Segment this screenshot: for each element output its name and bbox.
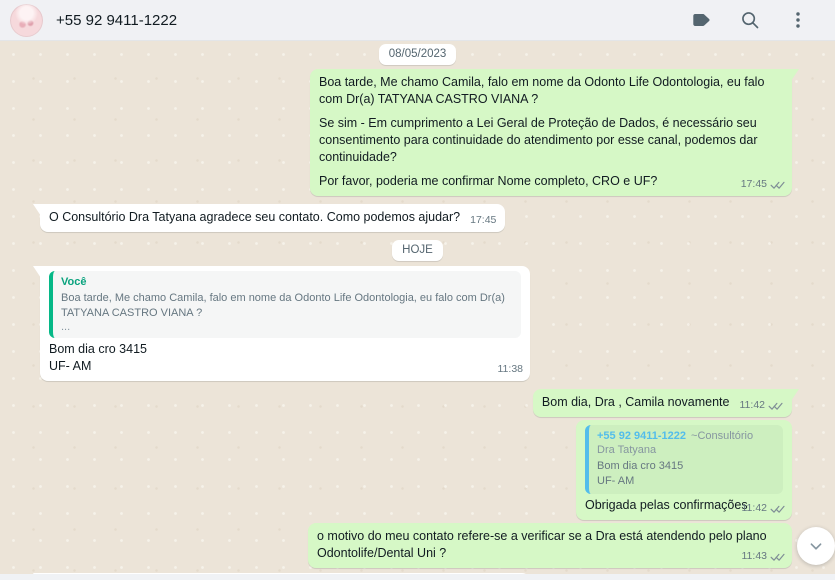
chevron-down-icon [810, 543, 822, 550]
message-text: UF- AM [49, 359, 92, 373]
double-check-icon [768, 402, 783, 410]
message-text: Se sim - Em cumprimento a Lei Geral de P… [319, 116, 758, 164]
quoted-message[interactable]: +55 92 9411-1222 ~Consultório Dra Tatyana… [585, 425, 783, 494]
timestamp: 17:45 [740, 178, 767, 190]
scroll-to-bottom-button[interactable] [797, 527, 835, 565]
menu-button[interactable] [781, 3, 815, 37]
double-check-icon [770, 553, 785, 561]
header-actions [685, 3, 815, 37]
message-text: Bom dia, Dra , Camila novamente [541, 395, 730, 409]
chat-header: +55 92 9411-1222 [0, 0, 835, 41]
double-check-icon [770, 181, 785, 189]
bubble-tail [791, 389, 799, 401]
quote-truncation: ... [61, 321, 71, 333]
message-text: Bom dia cro 3415 [49, 342, 147, 356]
bubble-tail [33, 204, 41, 216]
double-check-icon [770, 505, 785, 513]
quote-text: Boa tarde, Me chamo Camila, falo em nome… [61, 292, 505, 319]
quote-author: Você [61, 276, 87, 288]
compose-bar-edge [0, 574, 835, 580]
label-tag-icon [693, 14, 710, 26]
timestamp: 17:45 [470, 214, 497, 226]
timestamp: 11:42 [741, 502, 768, 514]
message-bubble-outgoing[interactable]: o motivo do meu contato refere-se a veri… [308, 523, 792, 568]
message-bubble-incoming[interactable]: O Consultório Dra Tatyana agradece seu c… [33, 204, 506, 232]
label-button[interactable] [685, 3, 719, 37]
message-bubble-outgoing[interactable]: Bom dia, Dra , Camila novamente 11:42 [532, 389, 799, 417]
contact-avatar[interactable] [10, 3, 43, 37]
quote-author: +55 92 9411-1222 [597, 430, 687, 442]
message-text: Boa tarde, Me chamo Camila, falo em nome… [319, 75, 765, 106]
timestamp: 11:38 [497, 363, 524, 375]
quote-text: UF- AM [597, 475, 635, 487]
bubble-tail [791, 69, 799, 81]
contact-name[interactable]: +55 92 9411-1222 [56, 12, 177, 29]
kebab-menu-icon [796, 12, 800, 28]
message-bubble-outgoing[interactable]: +55 92 9411-1222 ~Consultório Dra Tatyana… [576, 420, 792, 520]
chat-panel: 08/05/2023 Boa tarde, Me chamo Camila, f… [0, 41, 835, 574]
message-text: o motivo do meu contato refere-se a veri… [317, 529, 767, 560]
message-text: Por favor, poderia me confirmar Nome com… [319, 174, 658, 188]
message-bubble-incoming[interactable]: Você Boa tarde, Me chamo Camila, falo em… [33, 266, 530, 381]
message-bubble-outgoing[interactable]: Boa tarde, Me chamo Camila, falo em nome… [310, 69, 799, 196]
bubble-tail [33, 266, 41, 278]
date-badge: 08/05/2023 [378, 44, 457, 65]
timestamp: 11:42 [739, 399, 766, 411]
quote-text: Bom dia cro 3415 [597, 460, 684, 472]
today-badge: HOJE [392, 240, 443, 261]
message-text: O Consultório Dra Tatyana agradece seu c… [49, 210, 461, 224]
search-button[interactable] [733, 3, 767, 37]
timestamp: 11:43 [741, 550, 768, 562]
quoted-message[interactable]: Você Boa tarde, Me chamo Camila, falo em… [49, 271, 521, 338]
search-icon [742, 12, 759, 29]
whatsapp-window: +55 92 9411-1222 08/05/2023 Boa tarde, M… [0, 0, 835, 580]
